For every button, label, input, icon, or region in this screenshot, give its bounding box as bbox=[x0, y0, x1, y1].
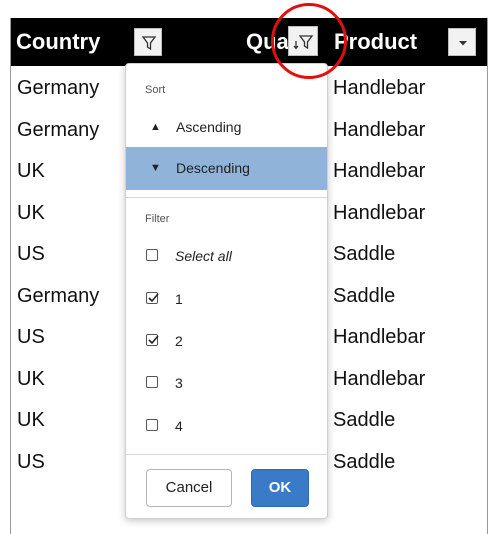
triangle-down-icon: ▼ bbox=[150, 162, 161, 174]
triangle-up-icon: ▲ bbox=[150, 121, 161, 133]
filter-option-select-all[interactable]: Select all bbox=[126, 235, 327, 277]
cell-country: UK bbox=[17, 201, 45, 224]
cell-product: Handlebar bbox=[333, 367, 426, 390]
filter-section-title: Filter bbox=[145, 213, 170, 225]
checkbox[interactable] bbox=[146, 376, 158, 388]
filter-option-1[interactable]: 1 bbox=[126, 278, 327, 320]
cell-country: UK bbox=[17, 367, 45, 390]
cell-country: Germany bbox=[17, 284, 100, 307]
cell-country: US bbox=[17, 326, 45, 348]
cell-product: Handlebar bbox=[333, 118, 426, 141]
cancel-button[interactable]: Cancel bbox=[146, 469, 232, 507]
sort-section-title: Sort bbox=[145, 84, 166, 96]
divider bbox=[126, 197, 327, 198]
product-dropdown-button[interactable] bbox=[448, 28, 476, 56]
quarter-filter-button[interactable] bbox=[288, 26, 318, 56]
cell-product: Handlebar bbox=[333, 160, 426, 182]
column-header-product[interactable]: Product bbox=[334, 18, 417, 66]
cell-country: Germany bbox=[17, 77, 100, 99]
cell-product: Saddle bbox=[333, 284, 396, 307]
column-header-quarter[interactable]: Quarter bbox=[246, 18, 288, 66]
column-header-country[interactable]: Country bbox=[16, 18, 100, 66]
cell-product: Handlebar bbox=[333, 77, 426, 99]
cell-country: UK bbox=[17, 409, 45, 431]
filter-icon bbox=[141, 36, 157, 51]
country-filter-button[interactable] bbox=[134, 28, 162, 56]
checkbox[interactable] bbox=[146, 249, 158, 261]
cell-product: Handlebar bbox=[333, 201, 426, 224]
cell-product: Handlebar bbox=[333, 326, 426, 348]
sort-descending-option[interactable]: ▼ Descending bbox=[126, 147, 327, 190]
filter-option-2[interactable]: 2 bbox=[126, 320, 327, 362]
cell-product: Saddle bbox=[333, 243, 396, 265]
checkmark-icon bbox=[148, 293, 159, 303]
filter-option-4[interactable]: 4 bbox=[126, 405, 327, 447]
sort-ascending-option[interactable]: ▲ Ascending bbox=[126, 106, 327, 149]
cell-country: US bbox=[17, 450, 45, 473]
ok-button[interactable]: OK bbox=[251, 469, 309, 507]
checkmark-icon bbox=[148, 335, 159, 345]
chevron-down-icon bbox=[459, 41, 467, 46]
cell-product: Saddle bbox=[333, 409, 396, 431]
checkbox[interactable] bbox=[146, 419, 158, 431]
filter-active-icon bbox=[293, 35, 314, 50]
cell-country: US bbox=[17, 243, 45, 265]
checkbox-checked[interactable] bbox=[146, 292, 159, 304]
cell-country: UK bbox=[17, 160, 45, 182]
filter-option-3[interactable]: 3 bbox=[126, 362, 327, 404]
table-header: Country Quarter Product bbox=[11, 18, 487, 66]
cell-country: Germany bbox=[17, 118, 100, 141]
checkbox-checked[interactable] bbox=[146, 334, 159, 346]
column-filter-popup: Sort ▲ Ascending ▼ Descending Filter Sel… bbox=[125, 63, 328, 519]
divider bbox=[126, 454, 327, 455]
cell-product: Saddle bbox=[333, 450, 396, 473]
